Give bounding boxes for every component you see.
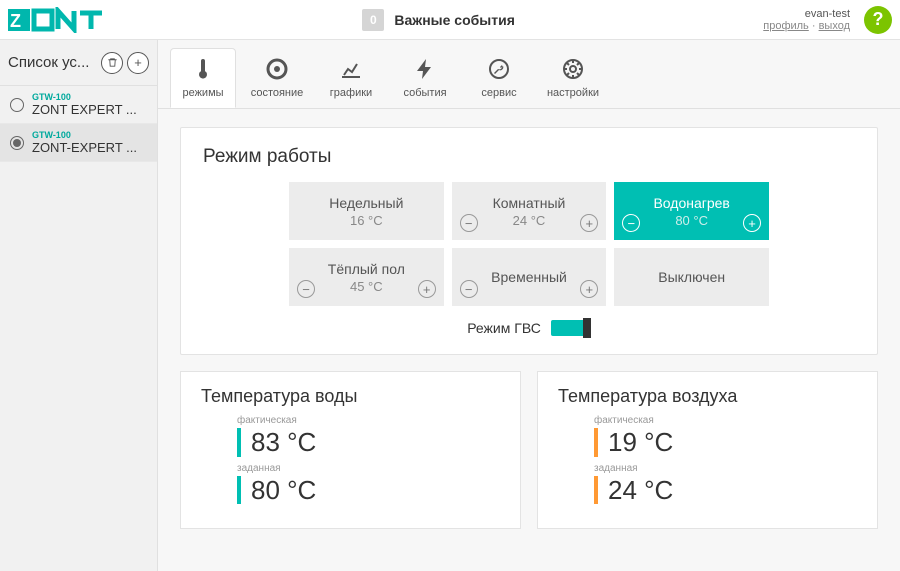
mode-tile-off[interactable]: Выключен [614,248,769,306]
mode-tile-floor[interactable]: Тёплый пол 45 °C − + [289,248,444,306]
radio-icon [10,136,24,150]
tab-service[interactable]: сервис [466,48,532,108]
mode-temp: 16 °C [350,213,383,228]
mode-tile-waterheat[interactable]: Водонагрев 80 °C − + [614,182,769,240]
gvs-row: Режим ГВС [203,320,855,336]
mode-name: Временный [491,269,567,285]
gear-icon [561,57,585,81]
mode-card: Режим работы Недельный 16 °C Комнатный 2… [180,127,878,355]
target-label: заданная [594,463,857,474]
mode-name: Недельный [329,195,403,211]
tab-label: настройки [547,87,599,99]
mode-name: Тёплый пол [328,261,405,277]
target-label: заданная [237,463,500,474]
mode-grid: Недельный 16 °C Комнатный 24 °C − + Водо… [289,182,769,306]
mode-temp: 80 °C [675,213,708,228]
minus-button[interactable]: − [297,280,315,298]
gvs-toggle[interactable] [551,320,591,336]
tab-label: графики [330,87,372,99]
minus-button[interactable]: − [622,214,640,232]
device-sidebar: Список ус... + GTW-100 ZONT EXPERT ... G… [0,40,158,571]
tab-settings[interactable]: настройки [540,48,606,108]
mode-name: Водонагрев [653,195,729,211]
actual-value: 19 °C [594,428,857,457]
svg-text:Z: Z [10,11,21,31]
tab-label: режимы [182,87,223,99]
events-label: Важные события [394,12,514,28]
tab-events[interactable]: события [392,48,458,108]
app-header: Z 0 Важные события evan-test профиль · в… [0,0,900,40]
username: evan-test [763,8,850,20]
tab-modes[interactable]: режимы [170,48,236,108]
plus-button[interactable]: + [743,214,761,232]
wrench-icon [487,57,511,81]
device-model: GTW-100 [32,130,137,140]
mode-card-title: Режим работы [203,146,855,168]
tab-label: состояние [251,87,304,99]
content-area: режимы состояние графики события сервис … [158,40,900,571]
mode-name: Комнатный [493,195,566,211]
mode-tile-temporary[interactable]: Временный − + [452,248,607,306]
device-model: GTW-100 [32,92,137,102]
radio-icon [10,98,24,112]
header-events[interactable]: 0 Важные события [114,9,763,31]
device-name: ZONT EXPERT ... [32,102,137,117]
actual-label: фактическая [237,415,500,426]
target-icon [265,57,289,81]
mode-tile-room[interactable]: Комнатный 24 °C − + [452,182,607,240]
tab-label: события [403,87,446,99]
add-device-button[interactable]: + [127,52,149,74]
plus-button[interactable]: + [418,280,436,298]
tab-label: сервис [481,87,516,99]
mode-tile-weekly[interactable]: Недельный 16 °C [289,182,444,240]
tab-status[interactable]: состояние [244,48,310,108]
card-title: Температура воды [201,386,500,407]
gvs-label: Режим ГВС [467,320,541,336]
tab-bar: режимы состояние графики события сервис … [158,40,900,109]
user-block: evan-test профиль · выход [763,8,850,32]
events-count-badge: 0 [362,9,384,31]
target-value: 80 °C [237,476,500,505]
actual-value: 83 °C [237,428,500,457]
target-value: 24 °C [594,476,857,505]
plus-button[interactable]: + [580,280,598,298]
mode-temp: 24 °C [513,213,546,228]
chart-icon [339,57,363,81]
mode-name: Выключен [658,269,725,285]
mode-temp: 45 °C [350,279,383,294]
logo: Z [8,7,114,33]
device-item[interactable]: GTW-100 ZONT EXPERT ... [0,86,157,124]
thermometer-icon [191,57,215,81]
minus-button[interactable]: − [460,214,478,232]
tab-charts[interactable]: графики [318,48,384,108]
plus-button[interactable]: + [580,214,598,232]
card-title: Температура воздуха [558,386,857,407]
sidebar-title: Список ус... [8,54,97,71]
logout-link[interactable]: выход [819,20,850,32]
device-name: ZONT-EXPERT ... [32,140,137,155]
bolt-icon [413,57,437,81]
device-item[interactable]: GTW-100 ZONT-EXPERT ... [0,124,157,162]
minus-button[interactable]: − [460,280,478,298]
sidebar-header: Список ус... + [0,40,157,86]
temperature-row: Температура воды фактическая 83 °C задан… [180,371,878,529]
air-temp-card: Температура воздуха фактическая 19 °C за… [537,371,878,529]
profile-link[interactable]: профиль [763,20,809,32]
help-button[interactable]: ? [864,6,892,34]
trash-button[interactable] [101,52,123,74]
water-temp-card: Температура воды фактическая 83 °C задан… [180,371,521,529]
actual-label: фактическая [594,415,857,426]
